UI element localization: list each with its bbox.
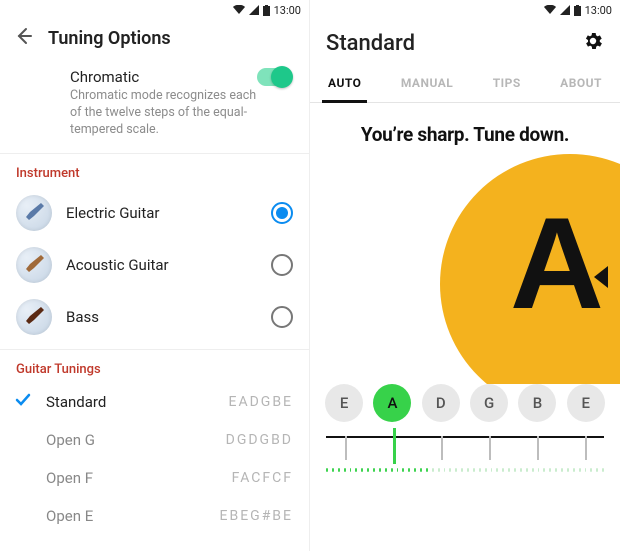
instrument-icon <box>16 247 52 283</box>
status-bar: 13:00 <box>0 0 309 20</box>
signal-icon <box>249 5 259 15</box>
string-button[interactable]: D <box>422 384 460 422</box>
gear-icon[interactable] <box>582 30 604 56</box>
string-tick <box>585 436 587 460</box>
header: Tuning Options <box>0 20 309 62</box>
instrument-list: Electric Guitar Acoustic Guitar Bass <box>0 187 309 343</box>
check-icon <box>14 391 32 413</box>
page-title: Tuning Options <box>48 28 171 49</box>
tuning-notes: EBEG#BE <box>220 508 293 524</box>
tab-bar: AUTO MANUAL TIPS ABOUT <box>310 60 620 103</box>
tuning-name: Open F <box>46 469 232 487</box>
string-tick <box>441 436 443 460</box>
tab-manual[interactable]: MANUAL <box>395 70 459 102</box>
string-tick <box>537 436 539 460</box>
string-button[interactable]: A <box>373 384 411 422</box>
instrument-icon <box>16 299 52 335</box>
pitch-scale <box>326 422 604 472</box>
instrument-label: Acoustic Guitar <box>66 256 257 274</box>
string-button[interactable]: G <box>470 384 508 422</box>
clock: 13:00 <box>585 4 612 17</box>
wifi-icon <box>233 5 245 15</box>
string-tick <box>489 436 491 460</box>
instrument-icon <box>16 195 52 231</box>
tuning-dial: A <box>310 154 620 384</box>
back-icon[interactable] <box>14 26 34 50</box>
instrument-option[interactable]: Bass <box>0 291 309 343</box>
tuning-option[interactable]: Open FFACFCF <box>0 459 309 497</box>
tab-tips[interactable]: TIPS <box>487 70 527 102</box>
instrument-radio[interactable] <box>271 254 293 276</box>
wifi-icon <box>544 5 556 15</box>
tuning-name: Standard <box>46 393 229 411</box>
tuner-pane: 13:00 Standard AUTO MANUAL TIPS ABOUT You’r… <box>310 0 620 551</box>
tuning-option[interactable]: StandardEADGBE <box>0 383 309 421</box>
status-bar: 13:00 <box>310 0 620 20</box>
tuner-header: Standard <box>310 20 620 60</box>
tuning-notes: DGDGBD <box>226 432 293 448</box>
chromatic-desc: Chromatic mode recognizes each of the tw… <box>70 88 260 139</box>
level-dots <box>326 468 604 472</box>
chromatic-option[interactable]: Chromatic Chromatic mode recognizes each… <box>0 62 309 154</box>
tuning-name: Open E <box>46 507 220 525</box>
instrument-label: Electric Guitar <box>66 204 257 222</box>
tuning-notes: EADGBE <box>229 394 294 410</box>
tuning-name-title: Standard <box>326 31 415 56</box>
string-button[interactable]: B <box>518 384 556 422</box>
battery-icon <box>574 5 581 16</box>
detected-note: A <box>510 198 604 328</box>
tunings-section-label: Guitar Tunings <box>0 350 309 383</box>
string-button[interactable]: E <box>325 384 363 422</box>
battery-icon <box>263 5 270 16</box>
scale-baseline <box>326 436 604 438</box>
settings-pane: 13:00 Tuning Options Chromatic Chromatic… <box>0 0 310 551</box>
string-button[interactable]: E <box>567 384 605 422</box>
string-tick <box>345 436 347 460</box>
tab-about[interactable]: ABOUT <box>554 70 608 102</box>
tuning-option[interactable]: Open GDGDGBD <box>0 421 309 459</box>
instrument-radio[interactable] <box>271 306 293 328</box>
instrument-radio[interactable] <box>271 202 293 224</box>
chromatic-toggle[interactable] <box>257 68 291 86</box>
clock: 13:00 <box>274 4 301 17</box>
string-selector: EADGBE <box>310 384 620 422</box>
signal-icon <box>560 5 570 15</box>
instrument-option[interactable]: Electric Guitar <box>0 187 309 239</box>
tune-down-arrow-icon <box>590 264 610 294</box>
instrument-option[interactable]: Acoustic Guitar <box>0 239 309 291</box>
tuning-name: Open G <box>46 431 226 449</box>
tunings-list: StandardEADGBEOpen GDGDGBDOpen FFACFCFOp… <box>0 383 309 535</box>
tab-auto[interactable]: AUTO <box>322 70 367 103</box>
tuning-option[interactable]: Open EEBEG#BE <box>0 497 309 535</box>
tuning-status-message: You’re sharp. Tune down. <box>310 103 620 154</box>
tuning-notes: FACFCF <box>232 470 293 486</box>
instrument-label: Bass <box>66 308 257 326</box>
instrument-section-label: Instrument <box>0 154 309 187</box>
pitch-indicator <box>393 428 396 464</box>
